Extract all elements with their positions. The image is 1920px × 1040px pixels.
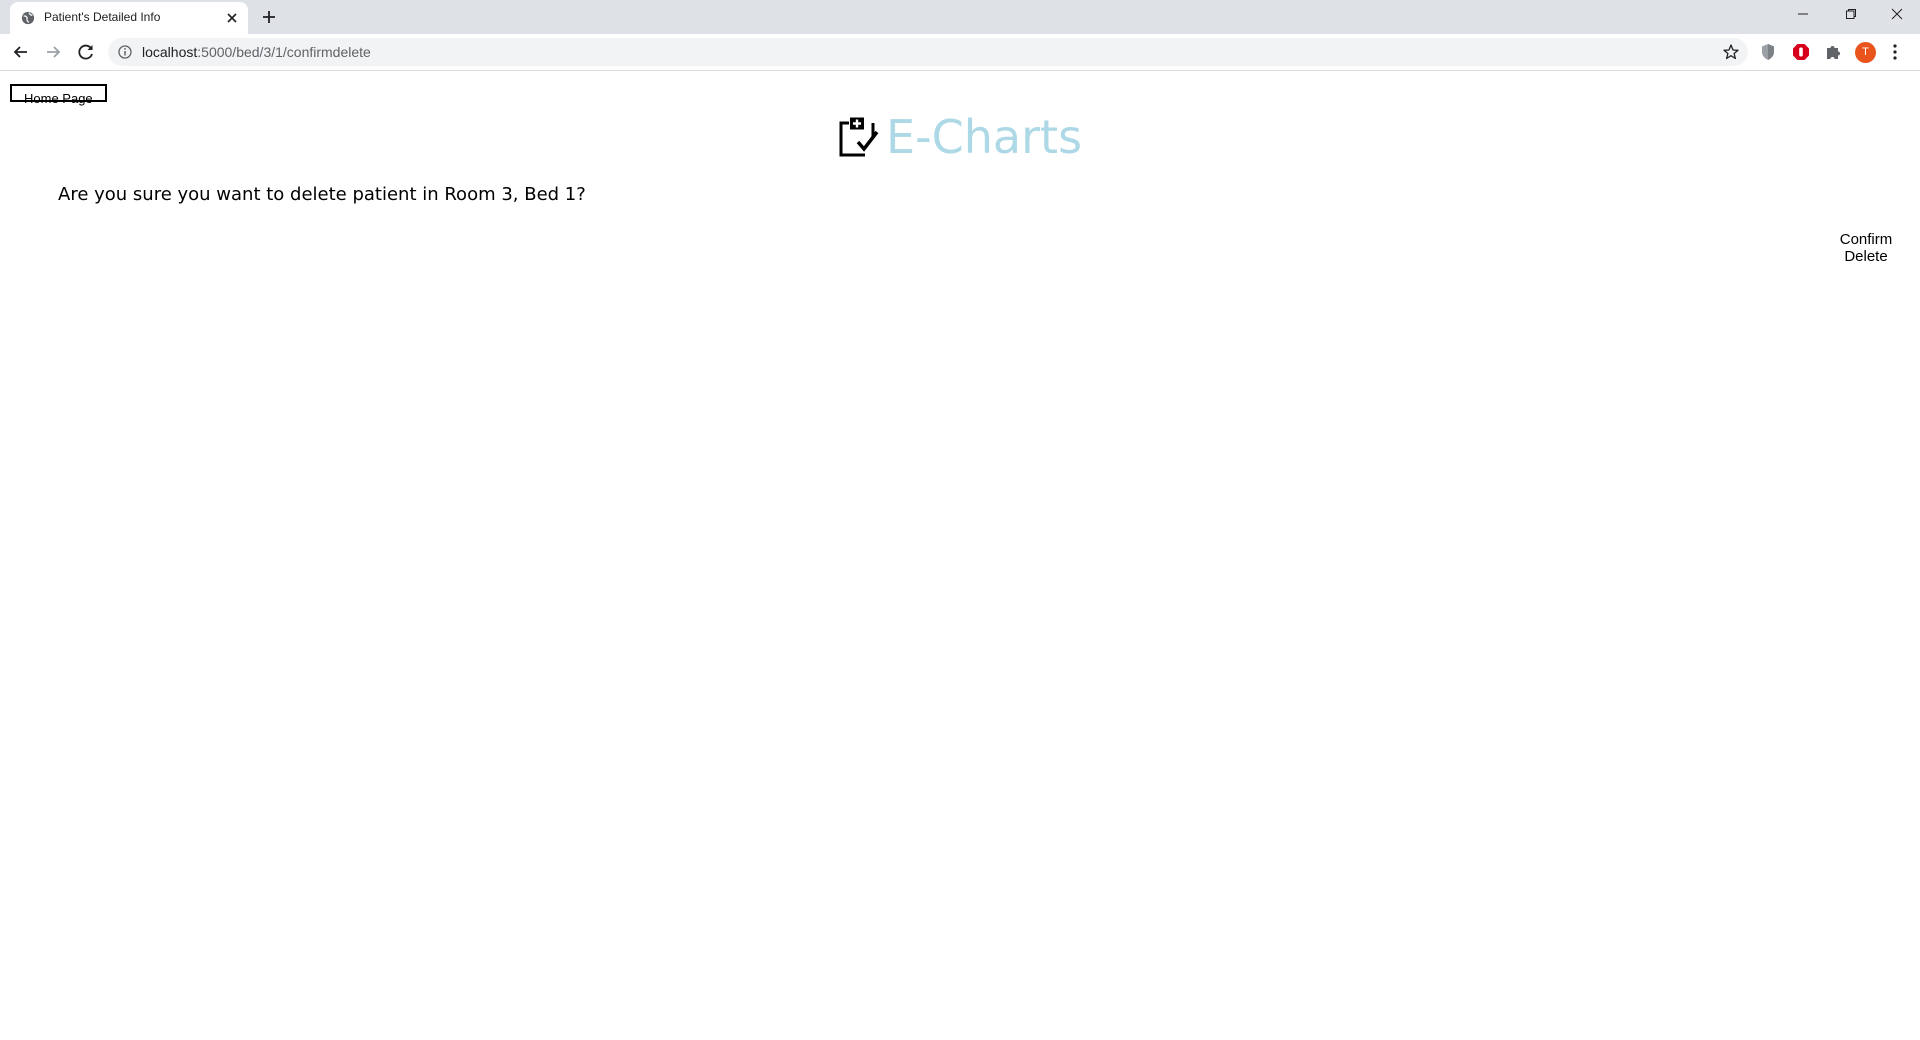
minimize-icon [1798,13,1808,15]
forward-arrow-icon[interactable] [42,41,64,63]
brand-header: E-Charts [837,111,1082,163]
shield-extension-icon[interactable] [1758,42,1778,62]
url-host: localhost [142,44,198,60]
browser-toolbar: localhost:5000/bed/3/1/confirmdelete T [0,34,1920,71]
star-icon[interactable] [1722,43,1740,61]
page-content: Home Page E-Charts Are you sure you want… [0,71,1920,1040]
restore-button[interactable] [1828,0,1874,30]
active-tab[interactable]: Patient's Detailed Info [10,2,248,34]
minimize-button[interactable] [1780,0,1826,30]
restore-icon [1846,9,1856,19]
confirm-delete-button[interactable]: Confirm Delete [1826,231,1906,265]
kebab-menu-icon[interactable] [1892,43,1898,61]
close-icon[interactable] [224,10,240,26]
brand-title: E-Charts [886,110,1083,164]
url-text[interactable]: localhost:5000/bed/3/1/confirmdelete [142,44,371,60]
delete-confirmation-message: Are you sure you want to delete patient … [58,184,586,205]
window-close-button[interactable] [1874,0,1920,30]
clipboard-check-icon [839,117,879,157]
puzzle-extensions-icon[interactable] [1823,42,1843,62]
reload-icon[interactable] [75,41,97,63]
back-arrow-icon[interactable] [10,41,32,63]
globe-icon [21,11,35,25]
profile-avatar[interactable]: T [1855,42,1876,63]
tab-title: Patient's Detailed Info [44,10,161,24]
adblock-extension-icon[interactable] [1791,42,1811,62]
url-path: :5000/bed/3/1/confirmdelete [197,44,371,60]
plus-icon[interactable] [260,8,278,26]
browser-window: Patient's Detailed Info localhost:5000/b… [0,0,1920,1040]
info-icon[interactable] [118,45,132,59]
address-bar[interactable]: localhost:5000/bed/3/1/confirmdelete [108,38,1748,66]
tab-strip: Patient's Detailed Info [0,0,1920,34]
home-page-button[interactable]: Home Page [10,84,107,106]
window-close-icon [1891,8,1903,20]
